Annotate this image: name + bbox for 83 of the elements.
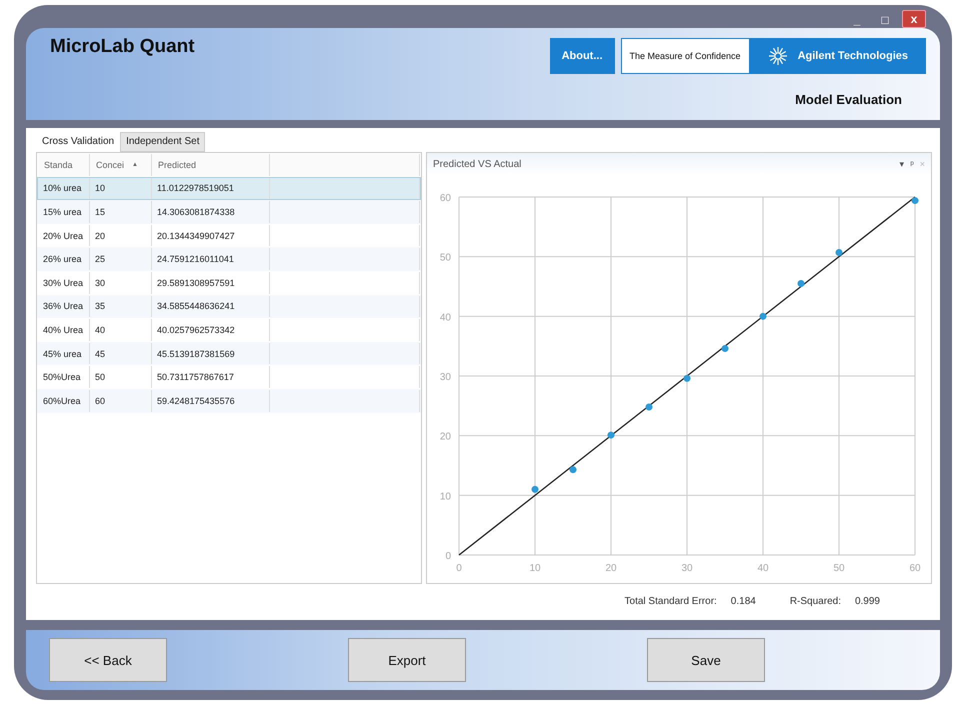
axis-tick-label: 0 bbox=[456, 563, 462, 574]
data-point bbox=[798, 280, 804, 288]
table-cell: 50%Urea bbox=[38, 366, 90, 388]
table-row[interactable]: 15% urea 15 14.3063081874338 bbox=[37, 200, 421, 224]
data-point bbox=[646, 404, 652, 411]
axis-tick-label: 10 bbox=[529, 563, 541, 574]
table-cell: 60%Urea bbox=[38, 390, 90, 412]
stat-label: Total Standard Error: bbox=[624, 596, 717, 607]
table-cell: 50 bbox=[90, 366, 152, 388]
tagline: The Measure of Confidence bbox=[620, 38, 750, 74]
export-button[interactable]: Export bbox=[348, 638, 466, 682]
data-point bbox=[570, 466, 576, 474]
axis-tick-label: 0 bbox=[445, 551, 451, 562]
table-cell: 45.5139187381569 bbox=[152, 342, 270, 364]
stat-value: 0.999 bbox=[854, 596, 880, 607]
table-cell: 59.4248175435576 bbox=[152, 390, 270, 412]
axis-tick-label: 20 bbox=[605, 563, 617, 574]
axis-tick-label: 10 bbox=[440, 491, 451, 502]
dropdown-button[interactable]: ▾ bbox=[899, 159, 904, 169]
table-row[interactable]: 60%Urea 60 59.4248175435576 bbox=[37, 388, 421, 413]
axis-tick-label: 50 bbox=[833, 563, 845, 574]
table-row[interactable]: 20% Urea 20 20.1344349907427 bbox=[37, 224, 421, 248]
about-button[interactable]: About... bbox=[550, 38, 614, 74]
tab[interactable]: Independent Set bbox=[120, 132, 206, 152]
data-point bbox=[722, 345, 728, 352]
table-cell: 30% Urea bbox=[38, 272, 90, 294]
table-cell: 30 bbox=[90, 272, 152, 294]
table-row[interactable]: 26% urea 25 24.7591216011041 bbox=[37, 247, 421, 271]
table-cell: 15 bbox=[90, 201, 152, 223]
table-row[interactable]: 10% urea 10 11.0122978519051 bbox=[37, 176, 421, 200]
data-point bbox=[760, 312, 766, 320]
data-point bbox=[532, 486, 538, 493]
table-cell: 20% Urea bbox=[38, 224, 90, 246]
brand-name: Agilent Technologies bbox=[798, 50, 908, 62]
app-title: MicroLab Quant bbox=[50, 36, 195, 59]
axis-tick-label: 60 bbox=[440, 193, 451, 204]
table-cell: 36% Urea bbox=[38, 296, 90, 318]
pin-button[interactable]: ᵖ bbox=[910, 159, 914, 169]
table-cell: 20.1344349907427 bbox=[152, 224, 270, 246]
table-cell: 34.5855448636241 bbox=[152, 296, 270, 318]
data-point bbox=[836, 249, 842, 256]
data-point bbox=[608, 432, 614, 439]
axis-tick-label: 20 bbox=[440, 432, 451, 443]
table-cell: 10 bbox=[90, 178, 152, 200]
axis-tick-label: 50 bbox=[440, 252, 451, 264]
axis-tick-label: 40 bbox=[757, 563, 769, 574]
close-button[interactable]: x bbox=[902, 10, 926, 28]
table-cell: 40% Urea bbox=[38, 319, 90, 341]
table-cell: 29.5891308957591 bbox=[152, 272, 270, 294]
table-cell: 35 bbox=[90, 296, 152, 318]
column-header[interactable]: Concei bbox=[96, 160, 124, 170]
axis-tick-label: 30 bbox=[681, 563, 693, 574]
chart-title: Predicted VS Actual bbox=[433, 158, 522, 170]
data-point bbox=[912, 197, 918, 204]
table-cell: 50.7311757867617 bbox=[152, 366, 270, 388]
table-cell: 40.0257962573342 bbox=[152, 319, 270, 341]
table-cell: 10% urea bbox=[38, 178, 90, 200]
column-header[interactable]: Predicted bbox=[158, 160, 196, 170]
table-cell: 24.7591216011041 bbox=[152, 248, 270, 270]
stat-label: R-Squared: bbox=[790, 596, 841, 607]
minimize-button[interactable]: _ bbox=[846, 12, 868, 28]
table-cell: 15% urea bbox=[38, 201, 90, 223]
table-cell: 45 bbox=[90, 342, 152, 364]
maximize-button[interactable]: □ bbox=[874, 12, 896, 28]
table-row[interactable]: 36% Urea 35 34.5855448636241 bbox=[37, 294, 421, 318]
back-button[interactable]: << Back bbox=[49, 638, 167, 682]
table-cell: 26% urea bbox=[38, 248, 90, 270]
page-title: Model Evaluation bbox=[795, 92, 903, 107]
table-cell: 20 bbox=[90, 224, 152, 246]
axis-tick-label: 60 bbox=[909, 563, 921, 574]
stat-value: 0.184 bbox=[730, 596, 756, 607]
save-button[interactable]: Save bbox=[647, 638, 765, 682]
spark-logo-icon bbox=[768, 46, 788, 66]
table-cell: 25 bbox=[90, 248, 152, 270]
table-cell: 14.3063081874338 bbox=[152, 201, 270, 223]
table-cell: 45% urea bbox=[38, 342, 90, 364]
axis-tick-label: 40 bbox=[440, 312, 451, 324]
data-point bbox=[684, 374, 690, 382]
table-cell: 11.0122978519051 bbox=[152, 178, 270, 200]
axis-tick-label: 30 bbox=[440, 372, 451, 383]
table-row[interactable]: 45% urea 45 45.5139187381569 bbox=[37, 342, 421, 366]
table-cell: 40 bbox=[90, 319, 152, 341]
table-cell: 60 bbox=[90, 390, 152, 412]
